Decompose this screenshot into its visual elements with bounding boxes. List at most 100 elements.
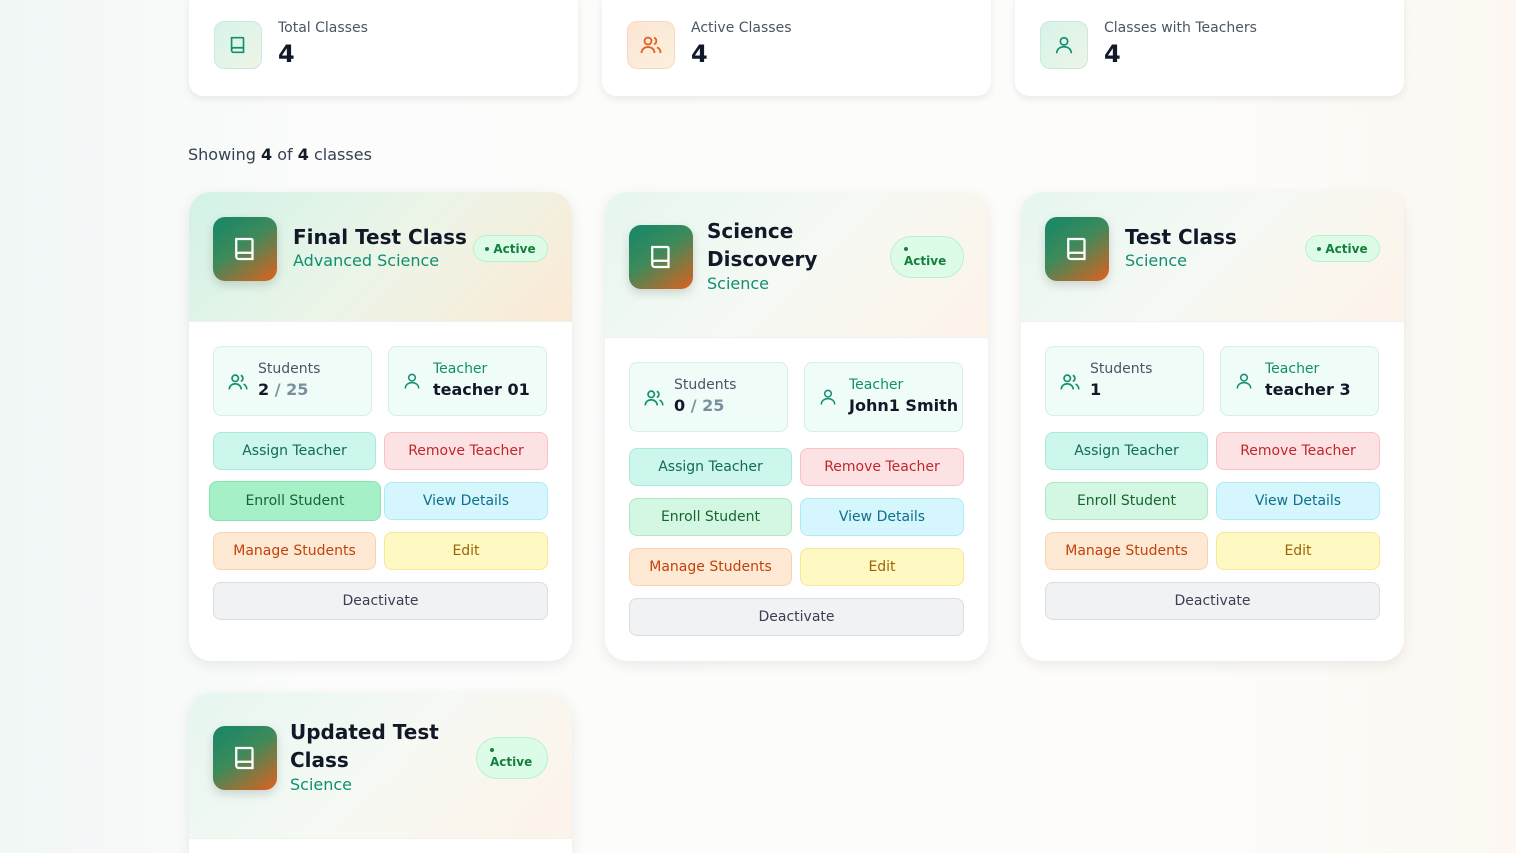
class-card: Updated Test Class Science Active: [189, 693, 572, 853]
enroll-student-button[interactable]: Enroll Student: [1045, 482, 1208, 520]
teacher-info: Teacher teacher 3: [1220, 346, 1379, 416]
students-value: 2 / 25: [258, 380, 308, 399]
status-dot-icon: [1317, 246, 1322, 251]
deactivate-button[interactable]: Deactivate: [1045, 582, 1380, 620]
students-label: Students: [1090, 361, 1153, 377]
class-subject: Science: [290, 775, 353, 794]
remove-teacher-button[interactable]: Remove Teacher: [384, 432, 548, 470]
students-info: Students 0 / 25: [629, 362, 788, 432]
class-name-line: Discovery: [707, 247, 818, 271]
users-icon: [227, 371, 249, 397]
book-icon: [629, 225, 693, 289]
results-prefix: Showing: [188, 145, 256, 164]
status-badge: Active: [476, 737, 548, 779]
class-card-header: Science Discovery Science Active: [605, 192, 988, 338]
class-card: Final Test Class Advanced Science Active…: [189, 192, 572, 661]
stat-card-classes-with-teachers: Classes with Teachers 4: [1015, 0, 1404, 96]
assign-teacher-button[interactable]: Assign Teacher: [213, 432, 376, 470]
edit-button[interactable]: Edit: [1216, 532, 1380, 570]
book-icon: [1045, 217, 1109, 281]
manage-students-button[interactable]: Manage Students: [1045, 532, 1208, 570]
view-details-button[interactable]: View Details: [800, 498, 964, 536]
view-details-button[interactable]: View Details: [1216, 482, 1380, 520]
teacher-name: teacher 3: [1265, 380, 1351, 399]
edit-button[interactable]: Edit: [800, 548, 964, 586]
results-of: of: [277, 145, 293, 164]
teacher-name: teacher 01: [433, 380, 530, 399]
status-badge: Active: [473, 235, 548, 262]
students-count: 2: [258, 380, 270, 399]
book-icon: [213, 726, 277, 790]
status-dot-icon: [485, 246, 490, 251]
results-count: Showing 4 of 4 classes: [188, 145, 372, 164]
students-capacity: 25: [286, 380, 309, 399]
user-icon: [818, 387, 838, 411]
user-icon: [402, 371, 422, 395]
status-badge-label: Active: [493, 241, 536, 256]
users-icon: [627, 21, 675, 69]
manage-students-button[interactable]: Manage Students: [213, 532, 376, 570]
status-badge: Active: [890, 236, 964, 278]
results-suffix: classes: [314, 145, 372, 164]
status-badge-label: Active: [904, 253, 947, 268]
deactivate-button[interactable]: Deactivate: [213, 582, 548, 620]
students-label: Students: [674, 377, 737, 393]
students-value: 0 / 25: [674, 396, 724, 415]
students-separator: /: [690, 396, 697, 415]
class-name-line: Updated Test: [290, 720, 439, 744]
stat-card-total-classes: Total Classes 4: [189, 0, 578, 96]
enroll-student-button[interactable]: Enroll Student: [209, 481, 381, 521]
assign-teacher-button[interactable]: Assign Teacher: [1045, 432, 1208, 470]
teacher-label: Teacher: [849, 377, 904, 393]
manage-students-button[interactable]: Manage Students: [629, 548, 792, 586]
deactivate-button[interactable]: Deactivate: [629, 598, 964, 636]
stat-label: Active Classes: [691, 20, 792, 36]
status-badge: Active: [1305, 235, 1380, 262]
stat-value: 4: [1104, 40, 1121, 68]
teacher-label: Teacher: [1265, 361, 1320, 377]
stat-label: Classes with Teachers: [1104, 20, 1257, 36]
assign-teacher-button[interactable]: Assign Teacher: [629, 448, 792, 486]
class-name: Science Discovery: [707, 217, 817, 273]
students-capacity: 25: [702, 396, 725, 415]
students-label: Students: [258, 361, 321, 377]
status-badge-label: Active: [1325, 241, 1368, 256]
teacher-info: Teacher John1 Smith: [804, 362, 963, 432]
class-name-line: Science: [707, 219, 794, 243]
class-name: Updated Test Class: [290, 718, 439, 774]
results-count-value: 4: [261, 145, 273, 164]
edit-button[interactable]: Edit: [384, 532, 548, 570]
class-subject: Science: [1125, 251, 1188, 270]
teacher-label: Teacher: [433, 361, 488, 377]
students-count: 0: [674, 396, 686, 415]
students-separator: /: [274, 380, 281, 399]
status-dot-icon: [490, 747, 494, 752]
stat-value: 4: [691, 40, 708, 68]
view-details-button[interactable]: View Details: [384, 482, 548, 520]
class-name: Final Test Class: [293, 225, 467, 249]
stat-value: 4: [278, 40, 295, 68]
book-icon: [213, 217, 277, 281]
stat-card-active-classes: Active Classes 4: [602, 0, 991, 96]
class-subject: Advanced Science: [293, 251, 440, 270]
class-card: Science Discovery Science Active Student…: [605, 192, 988, 661]
teacher-name: John1 Smith: [849, 396, 959, 415]
class-card-header: Final Test Class Advanced Science Active: [189, 192, 572, 322]
remove-teacher-button[interactable]: Remove Teacher: [800, 448, 964, 486]
teacher-info: Teacher teacher 01: [388, 346, 547, 416]
class-card-header: Test Class Science Active: [1021, 192, 1404, 322]
user-icon: [1234, 371, 1254, 395]
class-subject: Science: [707, 274, 770, 293]
enroll-student-button[interactable]: Enroll Student: [629, 498, 792, 536]
status-badge-label: Active: [490, 754, 533, 769]
class-name: Test Class: [1125, 225, 1237, 249]
class-name-line: Class: [290, 748, 349, 772]
students-info: Students 1: [1045, 346, 1204, 416]
book-icon: [214, 21, 262, 69]
user-icon: [1040, 21, 1088, 69]
remove-teacher-button[interactable]: Remove Teacher: [1216, 432, 1380, 470]
results-total-value: 4: [297, 145, 309, 164]
class-card: Test Class Science Active Students 1 Tea…: [1021, 192, 1404, 661]
class-card-header: Updated Test Class Science Active: [189, 693, 572, 839]
status-dot-icon: [904, 246, 908, 251]
